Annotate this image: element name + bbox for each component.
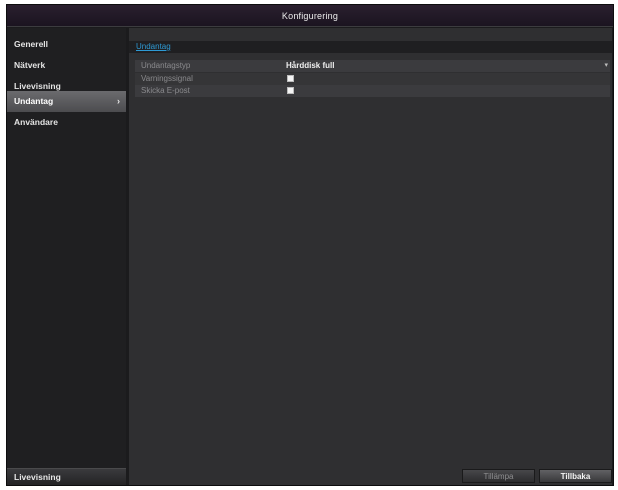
exception-type-dropdown[interactable]: Hårddisk full [286,60,334,72]
sidebar-item-exceptions[interactable]: Undantag › [7,91,126,112]
content-panel: Undantag Undantagstyp Hårddisk full ▾ Va… [129,28,612,485]
sidebar-item-label: Användare [14,117,58,127]
warning-signal-checkbox[interactable] [287,75,294,82]
send-email-label: Skicka E-post [141,86,190,95]
window-title: Konfigurering [7,5,613,27]
send-email-row: Skicka E-post [135,85,610,97]
exception-type-row: Undantagstyp Hårddisk full ▾ [135,60,610,72]
sidebar-item-label: Generell [14,39,49,49]
apply-button[interactable]: Tillämpa [462,469,535,483]
tab-exceptions[interactable]: Undantag [134,41,173,53]
sidebar-item-network[interactable]: Nätverk [7,55,126,76]
sidebar-item-label: Livevisning [14,81,61,91]
sidebar-item-label: Undantag [14,96,54,106]
send-email-checkbox[interactable] [287,87,294,94]
liveview-button[interactable]: Livevisning [7,468,126,485]
configuration-window: Konfigurering Generell Nätverk Livevisni… [6,4,614,486]
sidebar: Generell Nätverk Livevisning Undantag › … [7,28,126,485]
warning-signal-label: Varningssignal [141,74,193,83]
chevron-right-icon: › [117,96,120,106]
sidebar-item-users[interactable]: Användare [7,112,126,133]
chevron-down-icon[interactable]: ▾ [604,60,608,72]
exception-type-label: Undantagstyp [141,61,191,70]
sidebar-item-general[interactable]: Generell [7,34,126,55]
sidebar-item-label: Nätverk [14,60,46,70]
back-button[interactable]: Tillbaka [539,469,612,483]
warning-signal-row: Varningssignal [135,73,610,85]
tab-strip: Undantag [129,41,612,53]
